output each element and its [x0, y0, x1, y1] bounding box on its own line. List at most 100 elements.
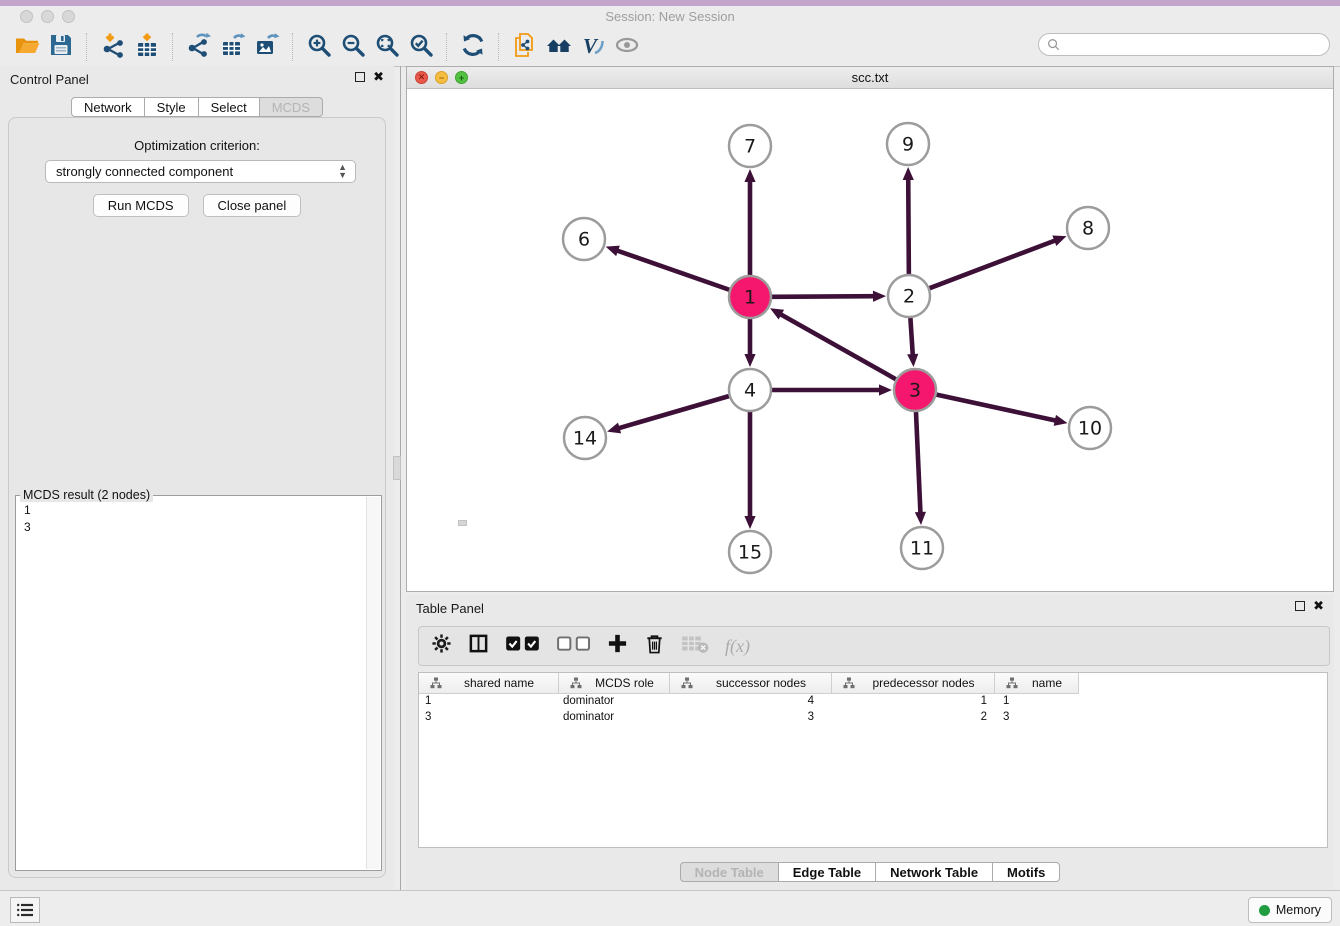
tab-edge-table[interactable]: Edge Table [779, 862, 876, 882]
graph-node-2[interactable]: 2 [888, 275, 930, 317]
toolbar-separator [292, 33, 294, 61]
memory-button[interactable]: Memory [1248, 897, 1332, 923]
table-row[interactable]: 3dominator323 [419, 710, 1327, 726]
column-header-predecessor-nodes[interactable]: predecessor nodes [832, 673, 995, 694]
node-table[interactable]: shared name MCDS role successor nodesprede… [418, 672, 1328, 848]
column-header-successor-nodes[interactable]: successor nodes [670, 673, 832, 694]
table-settings-button[interactable] [431, 633, 452, 659]
control-panel-tabs: NetworkStyleSelectMCDS [0, 97, 394, 117]
tab-select[interactable]: Select [199, 97, 260, 117]
vizmapper-button[interactable]: V [576, 32, 610, 62]
horizontal-splitter-handle[interactable] [458, 520, 467, 526]
column-header-label: successor nodes [699, 676, 831, 690]
svg-text:9: 9 [902, 134, 914, 156]
toolbar-separator [86, 33, 88, 61]
svg-text:7: 7 [744, 136, 756, 158]
tab-network-table[interactable]: Network Table [876, 862, 993, 882]
network-window-titlebar[interactable]: ✕ − + scc.txt [407, 67, 1333, 89]
eye-icon [614, 32, 640, 63]
graph-edge-1-4 [744, 319, 755, 367]
graph-node-7[interactable]: 7 [729, 125, 771, 167]
export-image-button[interactable] [250, 32, 284, 62]
graph-node-10[interactable]: 10 [1069, 407, 1111, 449]
export-table-button[interactable] [216, 32, 250, 62]
select-all-columns-button[interactable] [505, 633, 540, 659]
table-row[interactable]: 1dominator411 [419, 694, 1327, 710]
memory-status-icon [1259, 905, 1270, 916]
import-network-button[interactable] [96, 32, 130, 62]
search-input[interactable] [1064, 35, 1329, 55]
table-cell: 3 [670, 710, 832, 726]
clone-network-button[interactable] [508, 32, 542, 62]
zoom-in-button[interactable] [302, 32, 336, 62]
titlebar: Session: New Session [0, 6, 1340, 28]
control-panel-header: Control Panel ✖ [0, 66, 394, 92]
column-type-icon [675, 677, 697, 689]
graph-node-8[interactable]: 8 [1067, 207, 1109, 249]
import-table-button[interactable] [130, 32, 164, 62]
svg-text:14: 14 [573, 428, 597, 450]
home-button[interactable] [542, 32, 576, 62]
control-panel: Control Panel ✖ NetworkStyleSelectMCDS O… [0, 66, 394, 890]
search-box[interactable] [1038, 33, 1330, 56]
run-mcds-button[interactable]: Run MCDS [93, 194, 189, 217]
function-builder-button: f(x) [725, 636, 750, 657]
column-header-shared-name[interactable]: shared name [419, 673, 559, 694]
svg-text:15: 15 [738, 542, 762, 564]
graph-edge-2-3 [907, 318, 918, 367]
export-network-icon [186, 32, 212, 63]
graph-node-3[interactable]: 3 [894, 369, 936, 411]
network-canvas[interactable]: 1 2 3 4 6 7 8 9 10 11 14 15 [407, 89, 1333, 591]
unselect-all-columns-button[interactable] [556, 633, 591, 659]
tab-node-table[interactable]: Node Table [680, 862, 779, 882]
zoom-out-button[interactable] [336, 32, 370, 62]
status-bar: Memory [0, 890, 1340, 926]
tab-network[interactable]: Network [71, 97, 145, 117]
graph-edge-2-9 [903, 167, 914, 274]
column-header-label: MCDS role [588, 676, 669, 690]
graph-node-9[interactable]: 9 [887, 123, 929, 165]
network-window-title: scc.txt [407, 67, 1333, 89]
column-header-label: name [1024, 676, 1078, 690]
delete-column-button[interactable] [644, 633, 665, 659]
graph-node-11[interactable]: 11 [901, 527, 943, 569]
criterion-select[interactable]: strongly connected component ▲▼ [45, 160, 356, 183]
tab-mcds[interactable]: MCDS [260, 97, 323, 117]
tab-style[interactable]: Style [145, 97, 199, 117]
search-icon [1047, 38, 1060, 51]
table-toolbar: f(x) [418, 626, 1330, 666]
column-header-name[interactable]: name [995, 673, 1079, 694]
svg-text:2: 2 [903, 286, 915, 308]
column-header-MCDS-role[interactable]: MCDS role [559, 673, 670, 694]
panel-splitter-handle[interactable] [393, 456, 401, 480]
graph-node-4[interactable]: 4 [729, 369, 771, 411]
close-table-panel-icon[interactable]: ✖ [1313, 601, 1324, 611]
delete-table-button [681, 633, 709, 659]
float-panel-icon[interactable] [355, 72, 365, 82]
zoom-fit-button[interactable] [370, 32, 404, 62]
export-network-button[interactable] [182, 32, 216, 62]
column-panel-button[interactable] [468, 633, 489, 659]
apply-layout-button[interactable] [456, 32, 490, 62]
import-network-icon [100, 32, 126, 63]
graph-node-6[interactable]: 6 [563, 218, 605, 260]
create-column-button[interactable] [607, 633, 628, 659]
graph-node-14[interactable]: 14 [564, 417, 606, 459]
table-panel-tabs: Node TableEdge TableNetwork TableMotifs [406, 862, 1334, 882]
close-panel-icon[interactable]: ✖ [373, 72, 384, 82]
mcds-tab-content: Optimization criterion: strongly connect… [8, 117, 386, 878]
float-table-panel-icon[interactable] [1295, 601, 1305, 611]
zoom-selected-button[interactable] [404, 32, 438, 62]
table-header-row: shared name MCDS role successor nodesprede… [419, 673, 1327, 694]
graph-node-15[interactable]: 15 [729, 531, 771, 573]
result-scrollbar[interactable] [366, 497, 380, 869]
table-panel-title: Table Panel [416, 601, 484, 616]
save-session-button[interactable] [44, 32, 78, 62]
graph-node-1[interactable]: 1 [729, 276, 771, 318]
open-file-button[interactable] [10, 32, 44, 62]
svg-text:10: 10 [1078, 418, 1102, 440]
tab-motifs[interactable]: Motifs [993, 862, 1060, 882]
task-history-button[interactable] [10, 897, 40, 923]
close-panel-button[interactable]: Close panel [203, 194, 302, 217]
graph-edge-3-11 [915, 412, 926, 525]
